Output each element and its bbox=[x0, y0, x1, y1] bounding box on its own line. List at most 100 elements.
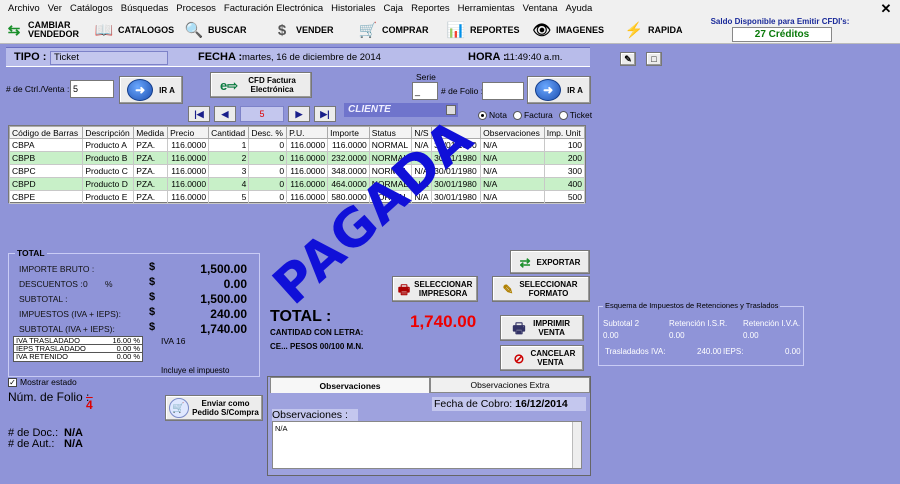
enviar-pedido-button[interactable]: 🛒 Enviar como Pedido S/Compra bbox=[165, 395, 263, 421]
column-header[interactable]: Imp. Unit bbox=[543, 126, 586, 139]
menu-item-0[interactable]: Archivo bbox=[8, 3, 40, 14]
menu-item-2[interactable]: Catálogos bbox=[70, 3, 113, 14]
tipo-radio-group: Nota Factura Ticket bbox=[478, 110, 592, 121]
ir-a-ctrl-button[interactable]: ➜ IR A bbox=[119, 76, 183, 104]
next-icon: ▶ bbox=[295, 108, 303, 119]
subtotal-label: SUBTOTAL : bbox=[19, 294, 68, 304]
window-button[interactable]: □ bbox=[646, 52, 662, 66]
tipo-field[interactable]: Ticket bbox=[50, 51, 168, 65]
first-record-button[interactable]: |◀ bbox=[188, 106, 210, 122]
imprimir-venta-button[interactable]: 🖶 IMPRIMIR VENTA bbox=[500, 315, 584, 341]
ctrl-venta-input[interactable]: 5 bbox=[70, 80, 114, 98]
table-row[interactable]: CBPC Producto C PZA. 116.0000 3 0 116.0000 348.… bbox=[8, 164, 586, 178]
pin-button[interactable]: ✎ bbox=[620, 52, 636, 66]
fecha-cobro: Fecha de Cobro: 16/12/2014 bbox=[432, 397, 586, 411]
observaciones-textarea[interactable]: N/A bbox=[272, 421, 582, 469]
table-cell: Producto B bbox=[82, 151, 135, 165]
tab-observaciones-extra[interactable]: Observaciones Extra bbox=[430, 377, 590, 393]
column-header[interactable]: Observaciones bbox=[480, 126, 545, 139]
cancelar-venta-button[interactable]: ⊘ CANCELAR VENTA bbox=[500, 345, 584, 371]
menu-item-11[interactable]: Ayuda bbox=[566, 3, 593, 14]
menu-item-9[interactable]: Herramientas bbox=[458, 3, 515, 14]
radio-factura[interactable]: Factura bbox=[512, 110, 553, 121]
column-header[interactable]: Descripción bbox=[82, 126, 135, 139]
lightning-icon: ⚡ bbox=[624, 21, 644, 39]
serie-input[interactable]: _ bbox=[412, 82, 438, 100]
cart-icon: 🛒 bbox=[358, 21, 378, 39]
column-header[interactable]: Medida bbox=[133, 126, 169, 139]
next-record-button[interactable]: ▶ bbox=[288, 106, 310, 122]
catalogos-button[interactable]: 📖 CATALOGOS bbox=[94, 18, 175, 42]
export-icon: ⇄ bbox=[519, 254, 531, 270]
vender-button[interactable]: $ VENDER bbox=[272, 18, 334, 42]
items-grid[interactable]: Código de Barras Descripción Medida Precio C… bbox=[8, 125, 586, 204]
seleccionar-impresora-button[interactable]: 🖶 SELECCIONAR IMPRESORA bbox=[392, 276, 478, 302]
column-header[interactable]: P.U. bbox=[286, 126, 329, 139]
arrow-right-icon: ➜ bbox=[535, 79, 562, 101]
table-row[interactable]: CBPD Producto D PZA. 116.0000 4 0 116.0000 464.… bbox=[8, 177, 586, 191]
folio-label: # de Folio : bbox=[441, 86, 484, 96]
cfd-factura-button[interactable]: e⇨ CFD Factura Electrónica bbox=[210, 72, 312, 98]
user-switch-icon: ⇆ bbox=[7, 21, 21, 39]
mostrar-estado-checkbox[interactable]: ✓ Mostrar estado bbox=[8, 377, 77, 387]
table-cell: PZA. bbox=[133, 190, 169, 204]
table-cell: 116.0000 bbox=[286, 190, 329, 204]
serie-label: Serie bbox=[416, 72, 436, 82]
table-row[interactable]: CBPA Producto A PZA. 116.0000 1 0 116.0000 116.… bbox=[8, 138, 586, 152]
menu-item-1[interactable]: Ver bbox=[48, 3, 62, 14]
last-record-button[interactable]: ▶| bbox=[314, 106, 336, 122]
reportes-button[interactable]: 📊 REPORTES bbox=[446, 18, 520, 42]
prev-record-button[interactable]: ◀ bbox=[214, 106, 236, 122]
folio-input[interactable] bbox=[482, 82, 524, 100]
table-cell: 3 bbox=[208, 164, 250, 178]
column-header[interactable]: Precio bbox=[167, 126, 210, 139]
saldo-value: 27 Créditos bbox=[732, 27, 832, 42]
table-cell: 400 bbox=[543, 177, 586, 191]
column-header[interactable]: Importe bbox=[327, 126, 370, 139]
book-icon: 📖 bbox=[94, 21, 114, 39]
ir-a-folio-button[interactable]: ➜ IR A bbox=[527, 76, 591, 104]
imagenes-button[interactable]: 👁 IMAGENES bbox=[532, 18, 604, 42]
table-cell: 116.0000 bbox=[167, 151, 210, 165]
table-cell: N/A bbox=[480, 164, 545, 178]
menu-item-7[interactable]: Caja bbox=[384, 3, 404, 14]
radio-ticket[interactable]: Ticket bbox=[558, 110, 592, 121]
close-icon[interactable]: ✕ bbox=[878, 2, 894, 16]
cambiar-vendedor-button[interactable]: ⇆ CAMBIAR VENDEDOR bbox=[4, 18, 84, 42]
menu-item-10[interactable]: Ventana bbox=[523, 3, 558, 14]
square-icon: □ bbox=[651, 53, 657, 64]
report-icon: 📊 bbox=[446, 21, 466, 39]
column-header[interactable]: Cantidad bbox=[208, 126, 250, 139]
isr-label: Retención I.S.R. bbox=[669, 319, 728, 328]
table-cell: 1 bbox=[208, 138, 250, 152]
menu-item-4[interactable]: Procesos bbox=[176, 3, 216, 14]
buscar-button[interactable]: 🔍 BUSCAR bbox=[184, 18, 247, 42]
descuentos-label: DESCUENTOS : bbox=[19, 279, 83, 289]
comprar-button[interactable]: 🛒 COMPRAR bbox=[358, 18, 429, 42]
column-header[interactable]: Desc. % bbox=[248, 126, 288, 139]
table-row[interactable]: CBPE Producto E PZA. 116.0000 5 0 116.0000 580.… bbox=[8, 190, 586, 204]
rapida-button[interactable]: ⚡ RAPIDA bbox=[624, 18, 683, 42]
column-header[interactable]: Status bbox=[368, 126, 413, 139]
menu-item-8[interactable]: Reportes bbox=[411, 3, 450, 14]
table-cell: N/A bbox=[480, 177, 545, 191]
observaciones-panel: Observaciones Observaciones Extra Fecha … bbox=[267, 376, 591, 476]
column-header[interactable]: Código de Barras bbox=[8, 126, 84, 139]
subtotal-value: 1,500.00 bbox=[200, 292, 247, 306]
menu-item-3[interactable]: Búsquedas bbox=[121, 3, 169, 14]
scrollbar[interactable] bbox=[572, 422, 581, 468]
dollar-icon: $ bbox=[277, 21, 287, 39]
radio-nota[interactable]: Nota bbox=[478, 110, 507, 121]
descuentos-pct-sign: % bbox=[105, 279, 113, 289]
table-cell: 2 bbox=[208, 151, 250, 165]
exportar-button[interactable]: ⇄ EXPORTAR bbox=[510, 250, 590, 274]
cfd-logo-icon: e⇨ bbox=[219, 77, 239, 93]
table-row[interactable]: CBPB Producto B PZA. 116.0000 2 0 116.0000 232.… bbox=[8, 151, 586, 165]
table-cell: Producto D bbox=[82, 177, 135, 191]
menu-item-5[interactable]: Facturación Electrónica bbox=[224, 3, 323, 14]
menu-item-6[interactable]: Historiales bbox=[331, 3, 375, 14]
format-icon: ✎ bbox=[502, 281, 514, 297]
tab-observaciones[interactable]: Observaciones bbox=[270, 377, 430, 393]
table-cell: N/A bbox=[480, 151, 545, 165]
seleccionar-formato-button[interactable]: ✎ SELECCIONAR FORMATO bbox=[492, 276, 590, 302]
